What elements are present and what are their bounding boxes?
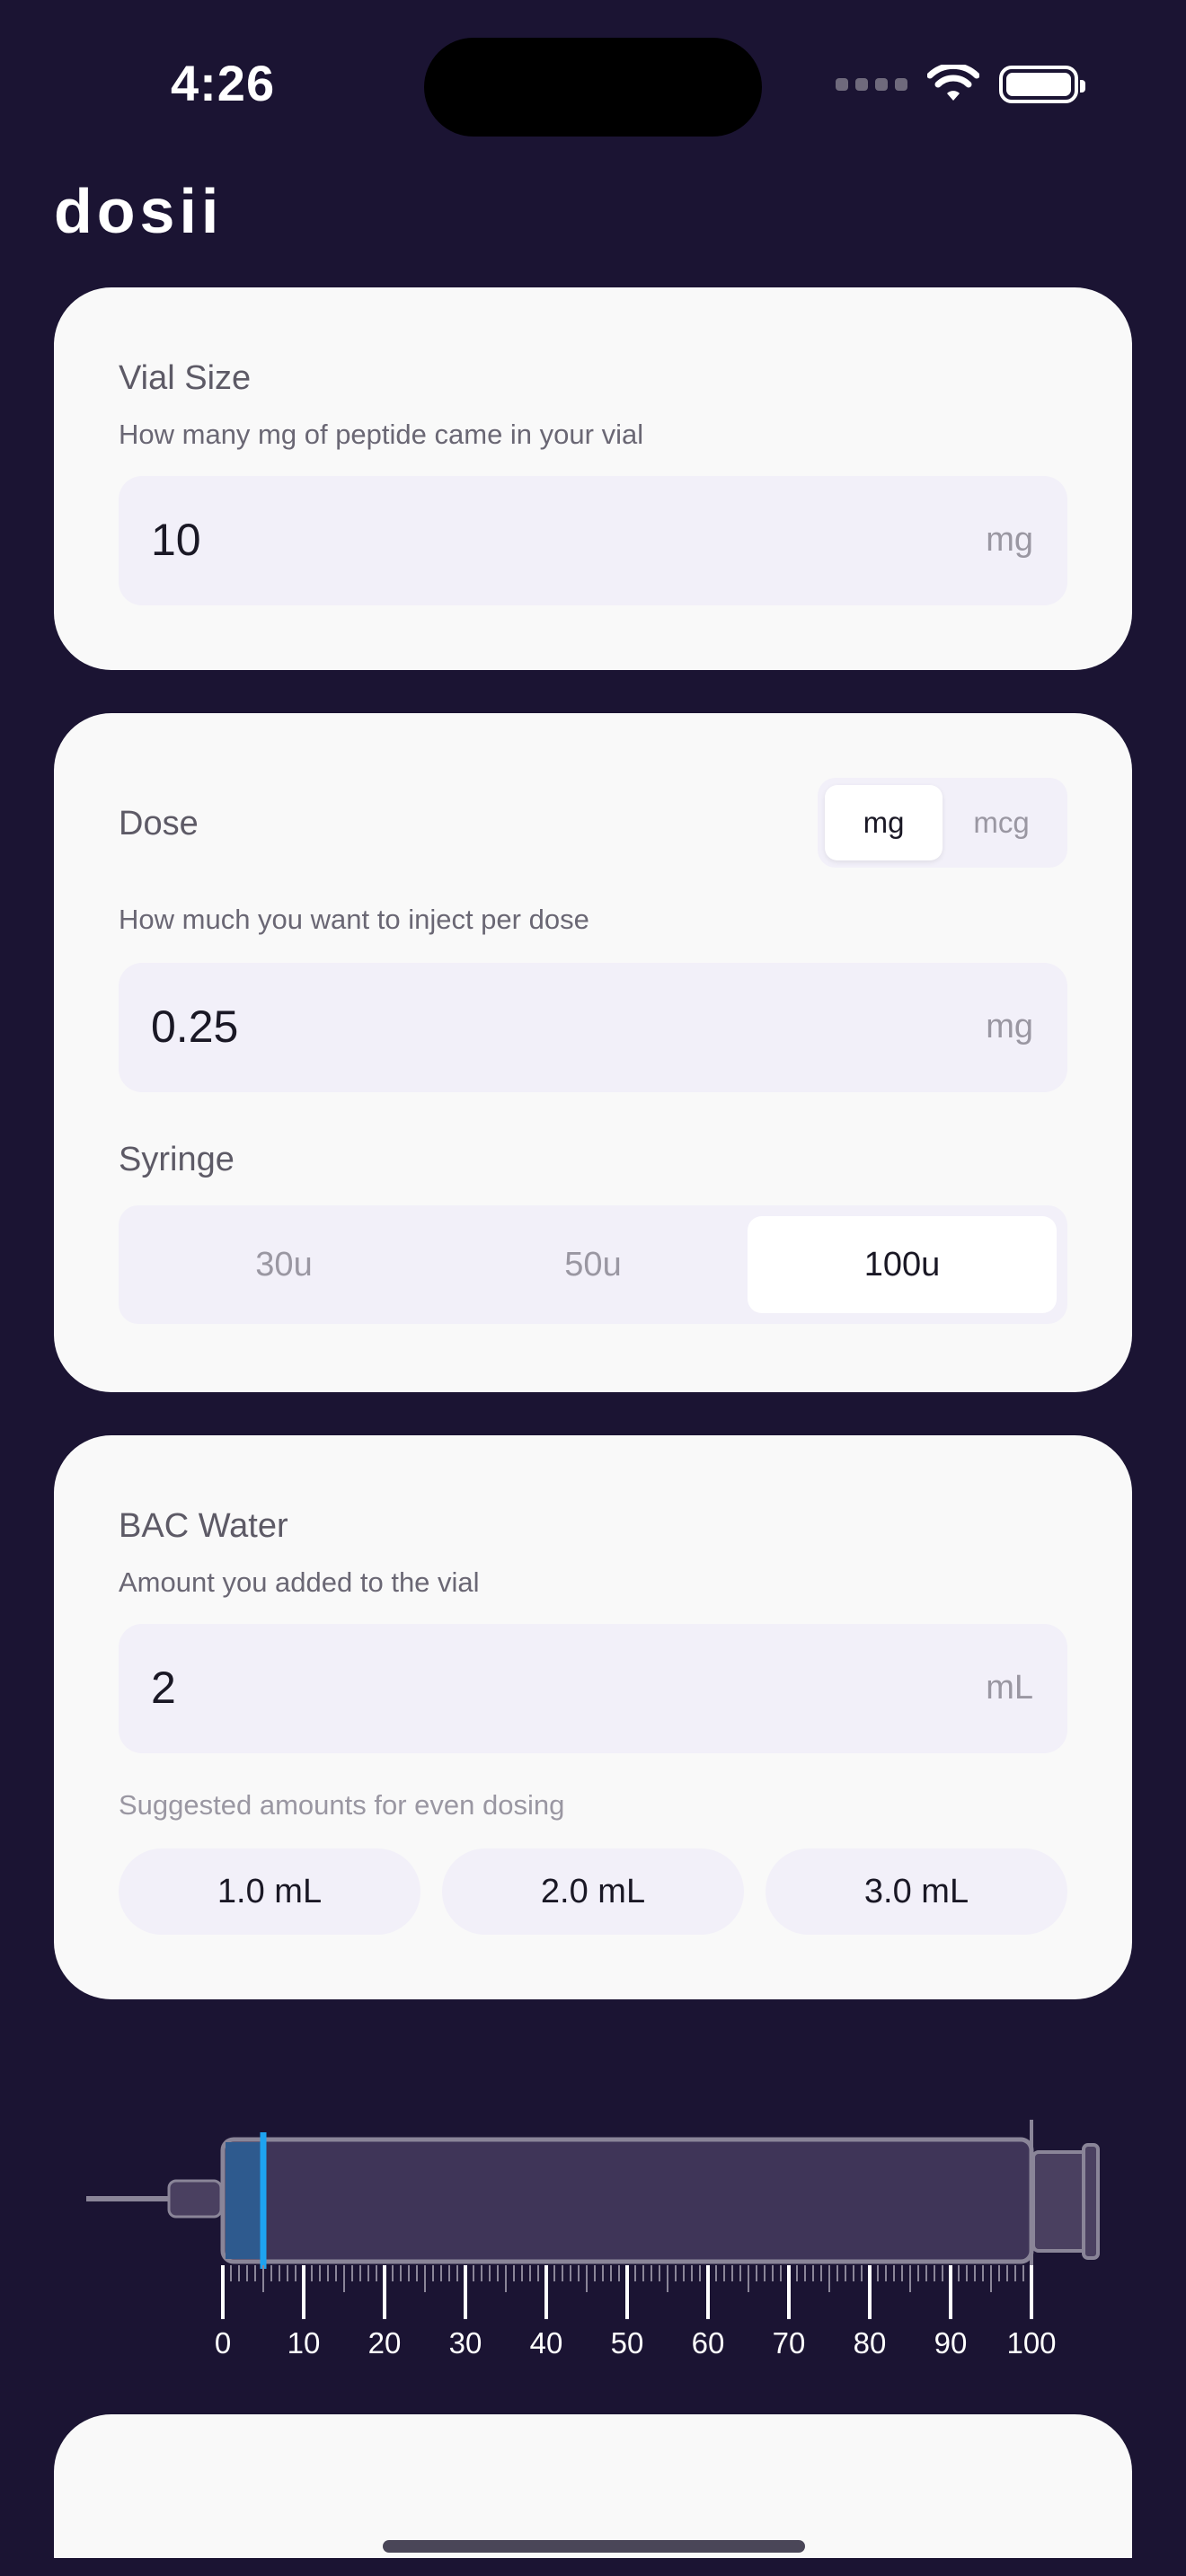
- syringe-scale: [221, 2265, 1033, 2319]
- syringe-option-30u[interactable]: 30u: [129, 1216, 438, 1313]
- status-icons: [836, 65, 1085, 104]
- app-screen: 4:26 dosii Vial Size How many mg of pept…: [0, 0, 1186, 2576]
- wifi-icon: [927, 65, 979, 101]
- tick-label: 100: [1006, 2326, 1056, 2360]
- tick-label: 10: [288, 2326, 321, 2360]
- dose-unit-mg-option[interactable]: mg: [825, 785, 943, 860]
- tick-label: 60: [692, 2326, 725, 2360]
- dose-unit-toggle: mg mcg: [818, 778, 1067, 868]
- plunger-cap: [1082, 2143, 1100, 2260]
- bac-water-value: 2: [151, 1663, 176, 1713]
- vial-size-label: Vial Size: [119, 359, 252, 397]
- bac-water-help: Amount you added to the vial: [119, 1566, 480, 1598]
- plunger-rod: [1031, 2150, 1089, 2253]
- dose-help: How much you want to inject per dose: [119, 904, 589, 935]
- battery-icon: [999, 66, 1085, 103]
- tick-label: 80: [854, 2326, 887, 2360]
- tick-label: 20: [368, 2326, 402, 2360]
- tick-label: 30: [449, 2326, 482, 2360]
- dose-card: Dose mg mcg How much you want to inject …: [54, 713, 1132, 1392]
- tick-label: 70: [773, 2326, 806, 2360]
- vial-size-input[interactable]: 10 mg: [119, 476, 1067, 605]
- suggestion-chip-2ml[interactable]: 2.0 mL: [442, 1848, 744, 1935]
- syringe-illustration: 0 10 20 30 40 50 60 70 80 90 100: [86, 2120, 1100, 2360]
- dynamic-island: [424, 38, 762, 137]
- dose-input[interactable]: 0.25 mg: [119, 963, 1067, 1092]
- vial-size-unit: mg: [986, 521, 1033, 559]
- status-time: 4:26: [171, 55, 276, 111]
- tick-label: 0: [215, 2326, 231, 2360]
- app-title: dosii: [54, 176, 224, 246]
- syringe-option-100u[interactable]: 100u: [748, 1216, 1057, 1313]
- suggestion-chip-3ml[interactable]: 3.0 mL: [766, 1848, 1067, 1935]
- dose-unit: mg: [986, 1008, 1033, 1045]
- bac-water-card: BAC Water Amount you added to the vial 2…: [54, 1435, 1132, 1999]
- bac-water-label: BAC Water: [119, 1507, 288, 1545]
- syringe-size-selector: 30u 50u 100u: [119, 1205, 1067, 1324]
- results-card: [54, 2414, 1132, 2558]
- syringe-scale-labels: 0 10 20 30 40 50 60 70 80 90 100: [215, 2326, 1057, 2360]
- dose-unit-mcg-option[interactable]: mcg: [943, 785, 1060, 860]
- tick-label: 90: [934, 2326, 968, 2360]
- syringe-option-50u[interactable]: 50u: [438, 1216, 748, 1313]
- tick-label: 40: [530, 2326, 563, 2360]
- tick-label: 50: [611, 2326, 644, 2360]
- vial-size-value: 10: [151, 515, 201, 565]
- cellular-signal-icon: [836, 78, 907, 91]
- syringe-label: Syringe: [119, 1141, 235, 1178]
- needle-hub: [167, 2179, 223, 2219]
- syringe-barrel: [220, 2137, 1034, 2264]
- bac-water-input[interactable]: 2 mL: [119, 1624, 1067, 1753]
- suggestion-chip-1ml[interactable]: 1.0 mL: [119, 1848, 420, 1935]
- suggested-amounts: 1.0 mL 2.0 mL 3.0 mL: [119, 1848, 1067, 1935]
- suggested-amounts-label: Suggested amounts for even dosing: [119, 1789, 565, 1821]
- vial-size-card: Vial Size How many mg of peptide came in…: [54, 287, 1132, 670]
- vial-size-help: How many mg of peptide came in your vial: [119, 419, 644, 450]
- home-indicator: [383, 2540, 805, 2553]
- bac-water-unit: mL: [986, 1669, 1033, 1707]
- dose-label: Dose: [119, 805, 199, 842]
- dose-value: 0.25: [151, 1001, 239, 1052]
- syringe-fill: [226, 2142, 263, 2259]
